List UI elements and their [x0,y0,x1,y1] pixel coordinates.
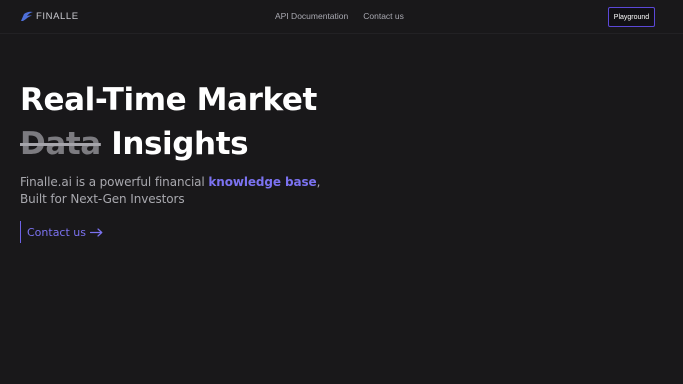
playground-button[interactable]: Playground [608,7,655,27]
brand-name: FINALLE [36,11,79,22]
landing-page: FINALLE API Documentation Contact us Pla… [0,0,683,384]
brand-home-link[interactable]: FINALLE [20,11,79,22]
hero-title-struck-word: Data [20,126,101,162]
hero-description: Finalle.ai is a powerful financial knowl… [20,174,320,208]
nav-link-api-documentation[interactable]: API Documentation [275,11,348,22]
hero-description-prefix: Finalle.ai is a powerful financial [20,175,209,189]
arrow-right-icon [90,227,103,237]
finalle-logo-icon [21,11,33,21]
contact-us-cta-label: Contact us [27,225,86,239]
hero-title-line2: Insights [100,126,249,162]
hero-description-line2: Built for Next-Gen Investors [20,192,185,206]
navbar: FINALLE API Documentation Contact us Pla… [0,0,683,34]
hero-description-highlight: knowledge base [208,175,317,189]
hero-title: Real-Time Market Data Insights [20,78,317,166]
nav-link-contact-us[interactable]: Contact us [363,11,404,22]
nav-links: API Documentation Contact us [275,11,404,22]
contact-us-cta[interactable]: Contact us [20,221,103,243]
hero-description-suffix: , [316,175,321,189]
hero-title-line1: Real-Time Market [20,82,317,118]
